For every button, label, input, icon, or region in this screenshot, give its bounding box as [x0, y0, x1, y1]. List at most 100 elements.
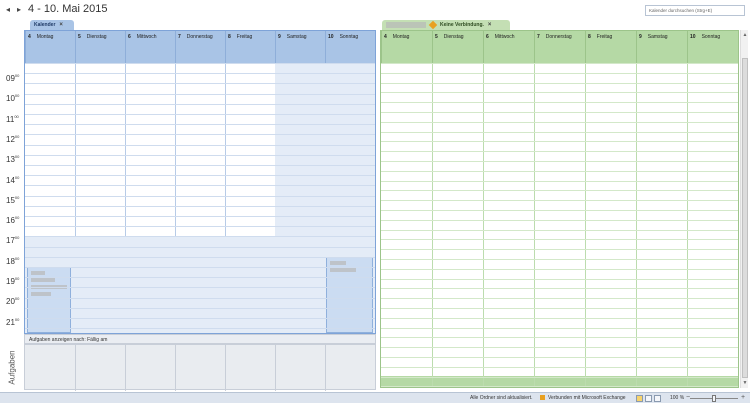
time-slot-line [25, 114, 375, 115]
time-slot-line [25, 195, 375, 197]
hour-label: 1800 [6, 255, 20, 266]
tasks-area[interactable] [24, 344, 376, 391]
time-slot-line [25, 185, 375, 187]
day-header-donnerstag[interactable]: 7 Donnerstag [534, 31, 585, 63]
time-slot-line [25, 83, 375, 85]
time-slot-line [381, 249, 738, 251]
tab-shared-calendar[interactable]: Keine Verbindung. × [382, 20, 510, 30]
hour-label: 1200 [6, 134, 19, 144]
minute-value: 00 [14, 316, 20, 322]
hour-label: 1000 [6, 93, 19, 103]
day-header-samstag[interactable]: 9 Samstag [636, 31, 687, 63]
day-number: 10 [328, 34, 334, 40]
day-name: Mittwoch [494, 34, 515, 40]
day-number: 9 [639, 34, 642, 40]
day-header-row: 4 Montag 5 Dienstag 6 Mittwoch 7 Donnerstag 8 Fre… [25, 31, 375, 63]
zoom-level: 100 % [670, 395, 685, 401]
minute-value: 00 [14, 255, 20, 261]
time-slot-line [381, 92, 738, 94]
time-slot-line [381, 141, 738, 143]
time-slot-line [381, 151, 738, 153]
time-slot-line [25, 103, 375, 105]
day-header-mittwoch[interactable]: 6 Mittwoch [125, 31, 175, 63]
minute-value: 00 [14, 154, 20, 160]
calendar-pane-shared[interactable]: 4 Montag 5 Dienstag 6 Mittwoch 7 Donnerstag 8 Fre… [380, 30, 739, 388]
hour-label: 1600 [6, 215, 20, 225]
day-header-mittwoch[interactable]: 6 Mittwoch [483, 31, 534, 63]
day-header-sonntag[interactable]: 10 Sonntag [325, 31, 375, 63]
reading-view-icon[interactable] [645, 395, 652, 402]
tasks-header[interactable]: Aufgaben anzeigen nach: Fällig am [24, 334, 376, 344]
time-slot-line [381, 102, 738, 104]
time-slot-line [25, 236, 375, 238]
day-name: Samstag [286, 34, 307, 40]
time-slot-line [381, 347, 738, 349]
task-column-divider [325, 345, 326, 391]
compact-view-icon[interactable] [654, 395, 661, 402]
minute-value: 00 [14, 296, 20, 302]
minute-value: 00 [14, 215, 20, 221]
time-slot-line [25, 154, 375, 156]
time-slot-line [25, 287, 375, 289]
time-slot-line [381, 327, 738, 329]
pane-footer [381, 376, 738, 387]
time-slot-line [381, 357, 738, 358]
day-header-freitag[interactable]: 8 Freitag [225, 31, 275, 63]
day-header-samstag[interactable]: 9 Samstag [275, 31, 325, 63]
hour-value: 18 [6, 256, 15, 266]
time-slot-line [381, 63, 738, 64]
scroll-down-icon[interactable]: ▼ [742, 380, 748, 386]
tasks-side-label: Aufgaben [2, 344, 22, 390]
vertical-scrollbar[interactable]: ▲ ▼ [740, 30, 748, 388]
zoom-slider-thumb[interactable] [712, 395, 716, 402]
task-column-divider [275, 345, 276, 391]
tab-kalender[interactable]: Kalender × [30, 20, 74, 30]
day-number: 5 [78, 34, 81, 40]
zoom-slider[interactable] [690, 395, 738, 402]
redacted-calendar-name [386, 22, 426, 28]
day-header-montag[interactable]: 4 Montag [381, 31, 432, 63]
time-slot-line [25, 134, 375, 136]
time-slot-line [381, 298, 738, 300]
scroll-up-icon[interactable]: ▲ [742, 32, 748, 38]
hour-label: 1400 [6, 175, 19, 185]
day-name: Sonntag [339, 34, 359, 40]
day-number: 7 [537, 34, 540, 40]
previous-week-button[interactable]: ◂ [3, 5, 13, 15]
top-bar: ◂ ▸ 4 - 10. Mai 2015 Kalender durchsuche… [0, 0, 750, 22]
close-icon[interactable]: × [488, 22, 492, 28]
time-slot-line [25, 175, 375, 177]
calendar-pane-kalender[interactable]: 4 Montag 5 Dienstag 6 Mittwoch 7 Donnerstag 8 Fre… [24, 30, 376, 334]
day-name: Dienstag [443, 34, 464, 40]
day-header-montag[interactable]: 4 Montag [25, 31, 75, 63]
zoom-in-icon[interactable]: + [741, 394, 745, 401]
time-slot-line [25, 256, 375, 258]
close-icon[interactable]: × [59, 22, 63, 28]
day-header-sonntag[interactable]: 10 Sonntag [687, 31, 738, 63]
time-slot-line [25, 73, 375, 75]
day-header-dienstag[interactable]: 5 Dienstag [75, 31, 125, 63]
status-bar: Alle Ordner sind aktualisiert. Verbunden… [0, 392, 750, 403]
hour-label: 1700 [6, 235, 20, 245]
time-slot-line [381, 82, 738, 84]
hour-label: 2100 [6, 316, 20, 327]
time-slot-line [381, 219, 738, 221]
time-slot-line [381, 180, 738, 182]
day-number: 6 [486, 34, 489, 40]
normal-view-icon[interactable] [636, 395, 643, 402]
time-slot-line [381, 268, 738, 270]
calendar-event[interactable] [326, 257, 373, 333]
day-header-freitag[interactable]: 8 Freitag [585, 31, 636, 63]
day-header-donnerstag[interactable]: 7 Donnerstag [175, 31, 225, 63]
minute-value: 00 [14, 235, 20, 241]
scrollbar-thumb[interactable] [742, 58, 748, 378]
day-header-dienstag[interactable]: 5 Dienstag [432, 31, 483, 63]
day-header-row: 4 Montag 5 Dienstag 6 Mittwoch 7 Donnerstag 8 Fre… [381, 31, 738, 63]
task-column-divider [125, 345, 126, 391]
time-slot-line [25, 318, 375, 319]
next-week-button[interactable]: ▸ [14, 5, 24, 15]
day-name: Montag [36, 34, 54, 40]
redacted-event-text [31, 292, 51, 296]
calendar-search-input[interactable]: Kalender durchsuchen (Strg+E) [645, 5, 745, 16]
hour-label: 1900 [6, 276, 19, 286]
